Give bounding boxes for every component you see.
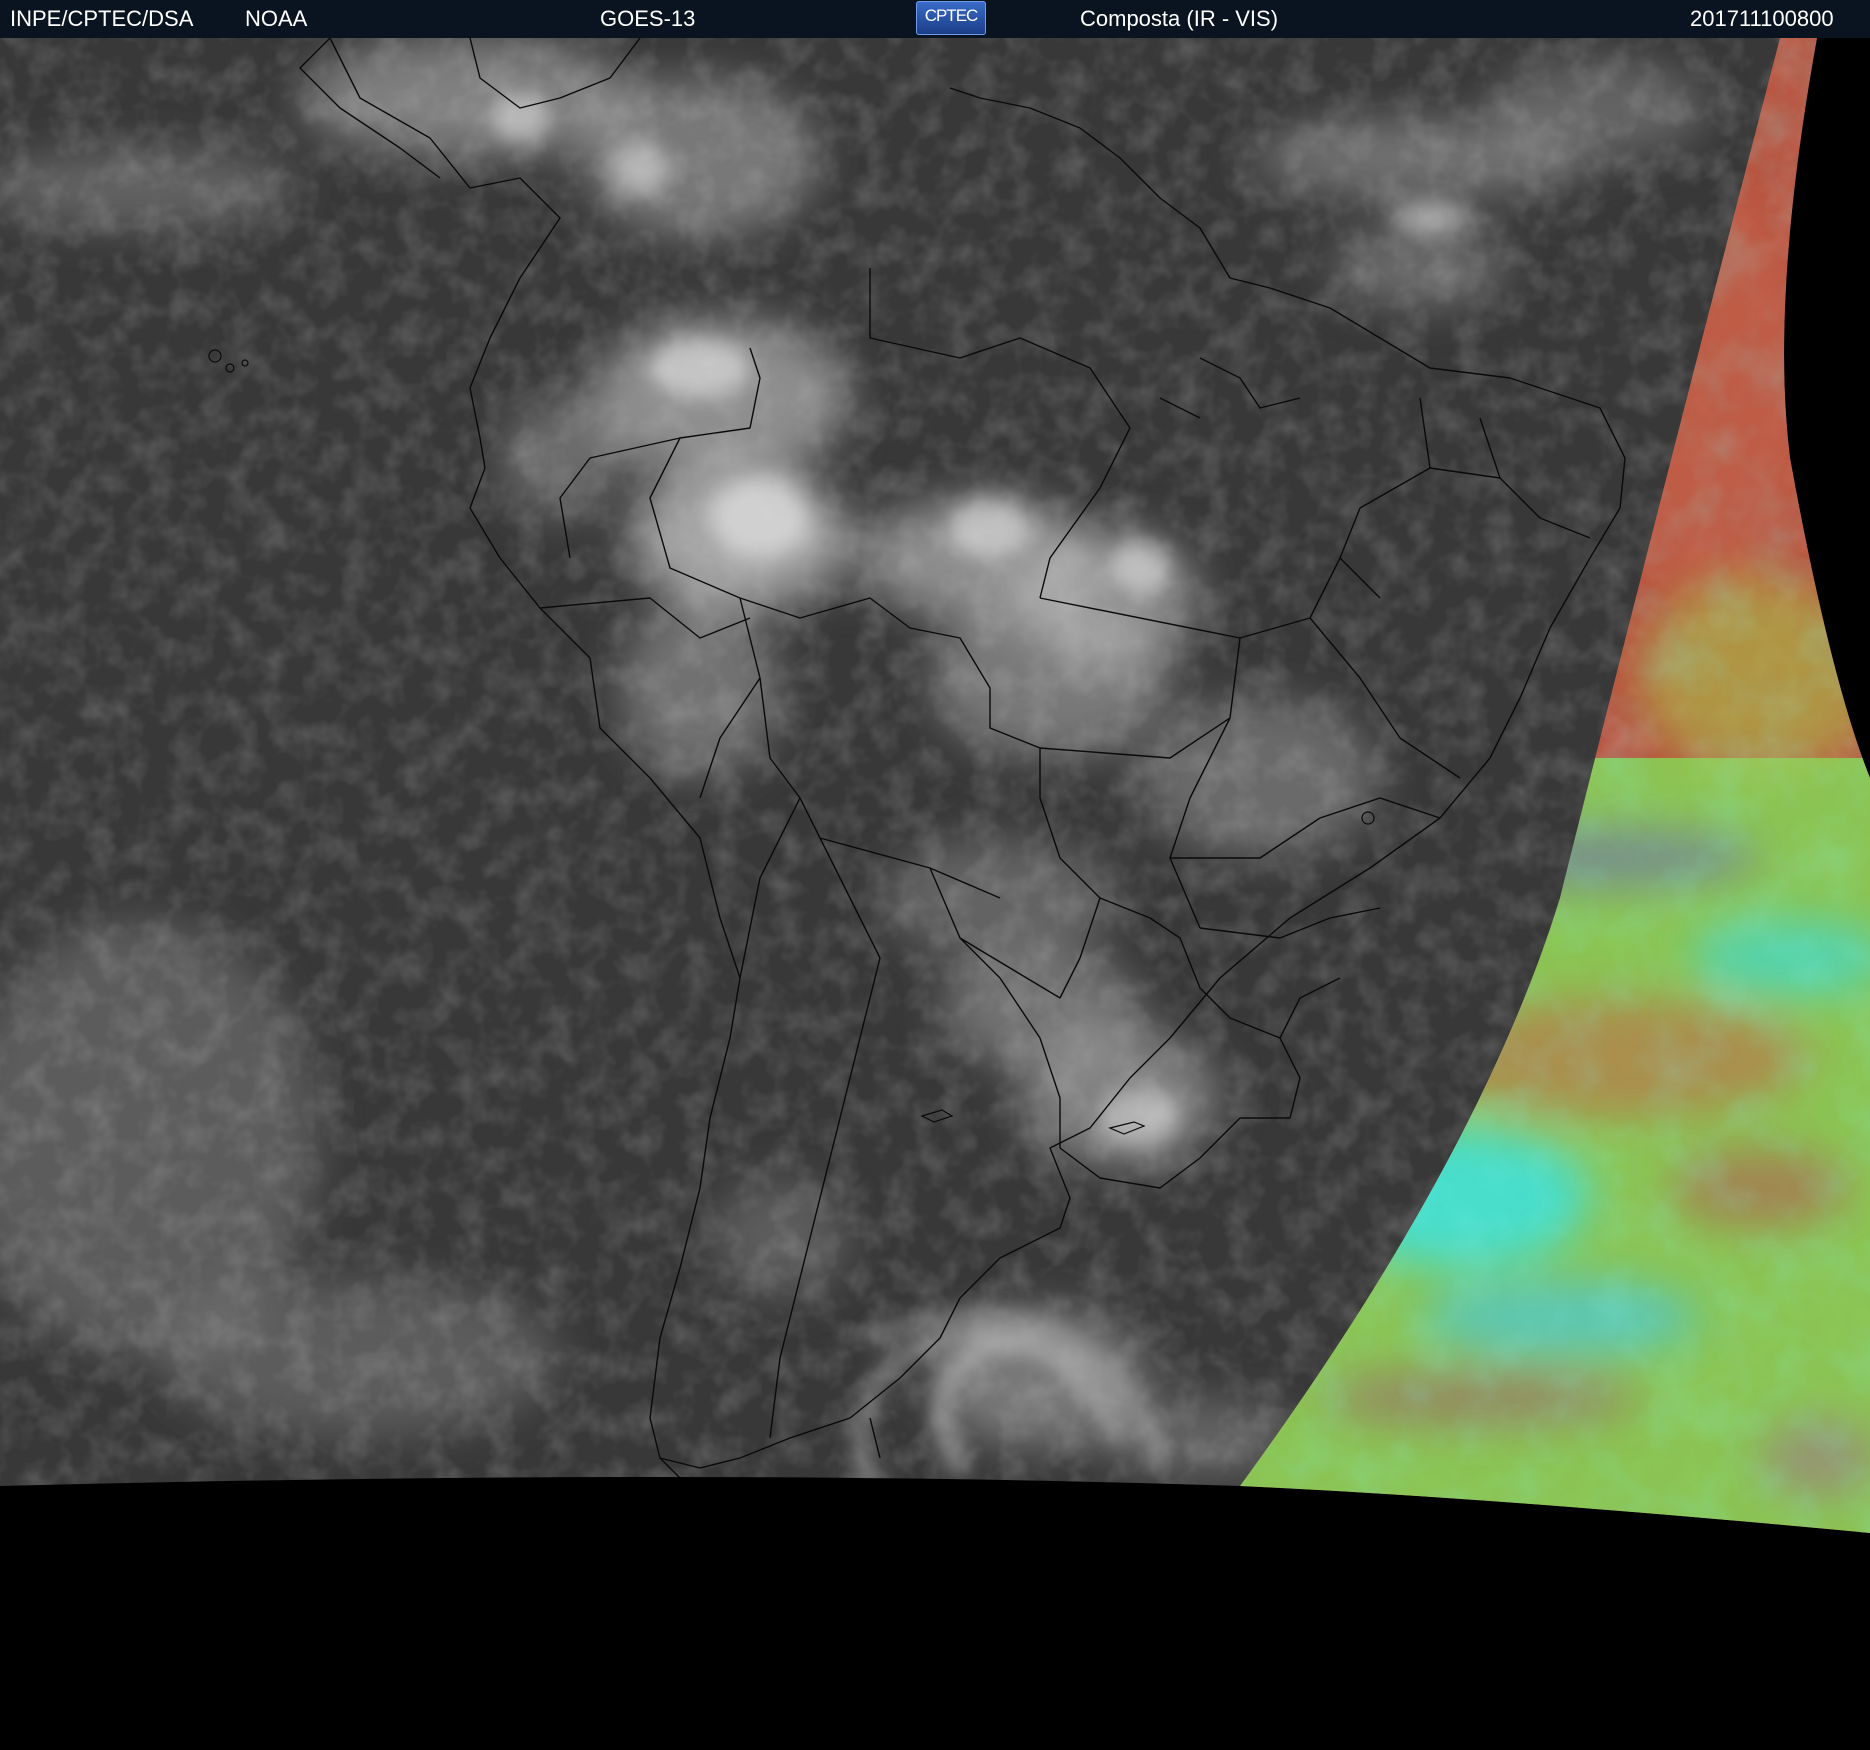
satellite-map (0, 38, 1870, 1533)
timestamp-label: 201711100800 (1690, 6, 1834, 31)
image-header-bar: INPE/CPTEC/DSA NOAA GOES-13 CPTEC Compos… (0, 0, 1870, 38)
institution-label: INPE/CPTEC/DSA (10, 6, 194, 31)
satellite-label: GOES-13 (600, 6, 696, 31)
agency-label: NOAA (245, 6, 308, 31)
satellite-image-viewer: INPE/CPTEC/DSA NOAA GOES-13 CPTEC Compos… (0, 0, 1870, 1750)
product-label: Composta (IR - VIS) (1080, 6, 1279, 31)
cptec-logo: CPTEC (916, 1, 986, 35)
logo-text: CPTEC (924, 6, 979, 25)
